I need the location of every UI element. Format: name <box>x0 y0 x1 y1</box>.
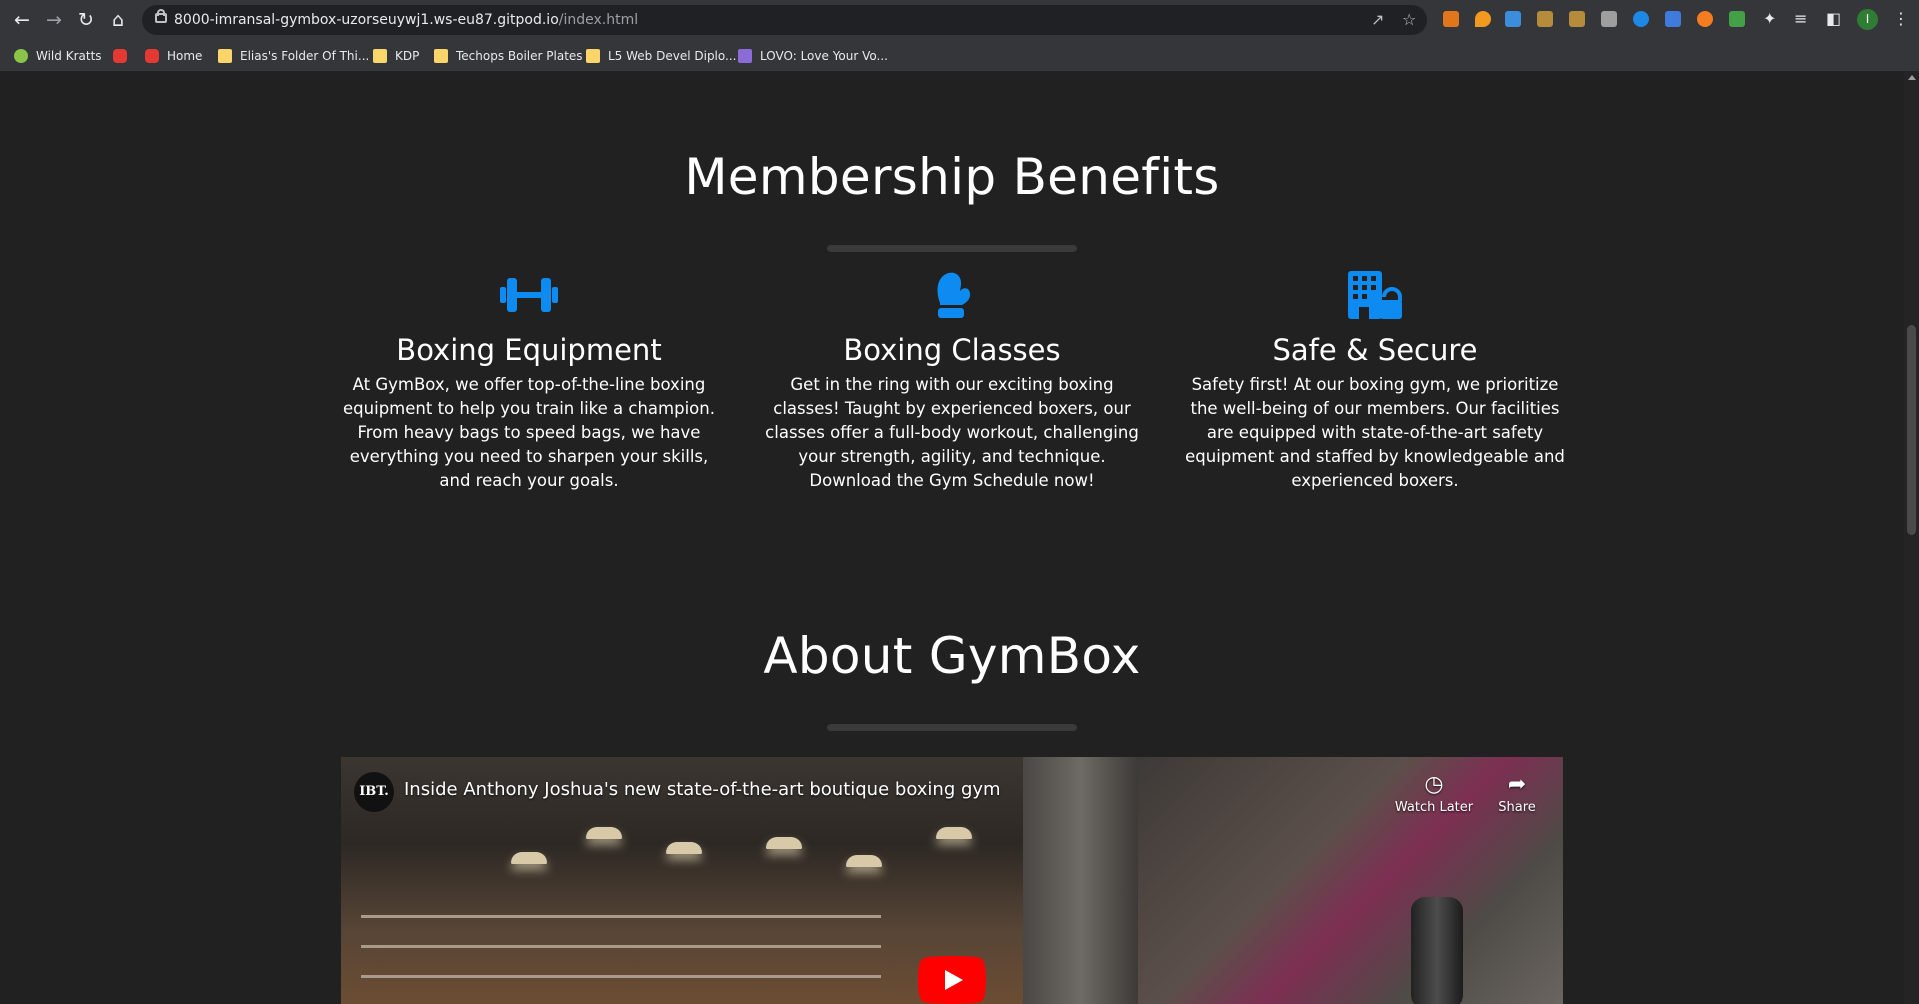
lock-icon[interactable] <box>155 9 167 23</box>
bookmark-l5-web[interactable]: L5 Web Devel Diplo... <box>586 40 736 71</box>
url-path: /index.html <box>558 12 639 28</box>
scroll-up-arrow-icon[interactable] <box>1908 75 1916 80</box>
share-button[interactable]: ➦ Share <box>1477 772 1557 815</box>
reload-icon[interactable]: ↻ <box>74 8 98 32</box>
youtube-icon <box>145 48 159 63</box>
play-button[interactable] <box>918 956 986 1004</box>
browser-toolbar: ← → ↻ ⌂ 8000-imransal-gymbox-uzorseuywj1… <box>0 0 1919 40</box>
bookmark-home[interactable]: Home <box>145 40 202 71</box>
bookmark-label: Wild Kratts <box>36 48 102 63</box>
ceiling-lamp <box>766 837 802 849</box>
extension-icon[interactable] <box>1475 11 1491 27</box>
about-divider <box>827 724 1077 731</box>
video-title[interactable]: Inside Anthony Joshua's new state-of-the… <box>404 779 1001 800</box>
punching-bag <box>1411 897 1463 1004</box>
benefit-text: Get in the ring with our exciting boxing… <box>765 375 1139 490</box>
ceiling-lamp <box>936 827 972 839</box>
ceiling-lamp <box>846 855 882 867</box>
membership-title: Membership Benefits <box>684 148 1220 206</box>
share-page-icon[interactable]: ↗ <box>1371 11 1384 29</box>
mitten-icon <box>760 269 1144 321</box>
channel-logo[interactable]: IBT. <box>354 772 394 812</box>
browser-chrome: ← → ↻ ⌂ 8000-imransal-gymbox-uzorseuywj1… <box>0 0 1919 71</box>
benefit-title: Boxing Equipment <box>396 333 662 367</box>
membership-divider <box>827 245 1077 252</box>
watch-later-button[interactable]: ◷ Watch Later <box>1394 772 1474 815</box>
about-title: About GymBox <box>763 627 1141 685</box>
boxing-ring-rope <box>361 945 881 948</box>
extension-icon[interactable] <box>1505 11 1521 27</box>
share-label: Share <box>1498 800 1536 815</box>
back-arrow-icon[interactable]: ← <box>10 8 34 32</box>
building-lock-icon <box>1183 269 1567 321</box>
bookmarks-bar: Wild Kratts Home Elias's Folder Of Thi..… <box>0 40 1919 71</box>
clock-icon: ◷ <box>1424 772 1444 797</box>
scrollbar-thumb[interactable] <box>1907 325 1916 535</box>
benefit-title: Boxing Classes <box>843 333 1061 367</box>
boxing-ring-rope <box>361 915 881 918</box>
share-arrow-icon: ➦ <box>1507 772 1527 797</box>
waveform-icon <box>738 48 752 63</box>
bookmark-label: KDP <box>395 48 420 63</box>
benefit-text: At GymBox, we offer top-of-the-line boxi… <box>343 375 715 490</box>
benefit-title: Safe & Secure <box>1272 333 1478 367</box>
side-panel-icon[interactable]: ◧ <box>1826 9 1841 29</box>
bookmark-label: Home <box>167 48 203 63</box>
dumbbell-icon <box>337 269 721 321</box>
bookmark-elias-folder[interactable]: Elias's Folder Of Thi... <box>218 40 369 71</box>
benefit-text: Safety first! At our boxing gym, we prio… <box>1185 375 1565 490</box>
ceiling-lamp <box>666 842 702 854</box>
watch-later-label: Watch Later <box>1394 800 1474 815</box>
home-icon[interactable]: ⌂ <box>106 8 130 32</box>
folder-icon <box>586 48 600 63</box>
boxing-ring-rope <box>361 975 881 978</box>
page-scrollbar[interactable] <box>1904 71 1919 1004</box>
extension-icon[interactable] <box>1601 11 1617 27</box>
folder-icon <box>434 48 448 63</box>
bookmark-label: Techops Boiler Plates <box>456 48 583 63</box>
extension-icon[interactable] <box>1665 11 1681 27</box>
extension-icon[interactable] <box>1569 11 1585 27</box>
bookmark-techops[interactable]: Techops Boiler Plates <box>434 40 583 71</box>
page-content: Membership Benefits Boxing Equipment At … <box>0 71 1904 1004</box>
folder-icon <box>218 48 232 63</box>
bookmark-youtube[interactable] <box>113 40 135 71</box>
menu-kebab-icon[interactable]: ⋮ <box>1893 9 1909 29</box>
bookmark-label: Elias's Folder Of Thi... <box>240 48 370 63</box>
extension-icon[interactable] <box>1633 11 1649 27</box>
bookmark-kdp[interactable]: KDP <box>373 40 419 71</box>
ceiling-lamp <box>586 827 622 839</box>
bookmark-label: LOVO: Love Your Vo... <box>760 48 888 63</box>
url-text[interactable]: 8000-imransal-gymbox-uzorseuywj1.ws-eu87… <box>174 12 638 28</box>
bookmark-wild-kratts[interactable]: Wild Kratts <box>14 40 102 71</box>
bookmark-lovo[interactable]: LOVO: Love Your Vo... <box>738 40 888 71</box>
grammar-extension-icon[interactable] <box>1697 11 1713 27</box>
folder-icon <box>373 48 387 63</box>
metamask-extension-icon[interactable] <box>1443 11 1459 27</box>
bookmark-star-icon[interactable]: ☆ <box>1402 11 1416 29</box>
globe-icon <box>14 48 28 63</box>
profile-avatar[interactable]: I <box>1857 9 1878 30</box>
benefit-safe-secure: Safe & Secure Safety first! At our boxin… <box>1183 269 1567 493</box>
video-thumbnail-pillar <box>1023 757 1138 1004</box>
benefit-boxing-classes: Boxing Classes Get in the ring with our … <box>760 269 1144 493</box>
extension-icon[interactable] <box>1729 11 1745 27</box>
benefit-boxing-equipment: Boxing Equipment At GymBox, we offer top… <box>337 269 721 493</box>
url-domain: 8000-imransal-gymbox-uzorseuywj1.ws-eu87… <box>174 12 559 28</box>
youtube-icon <box>113 48 127 63</box>
extension-icon[interactable] <box>1537 11 1553 27</box>
play-icon <box>918 956 986 1004</box>
reading-list-icon[interactable]: ≡ <box>1794 9 1807 29</box>
ceiling-lamp <box>511 852 547 864</box>
extensions-puzzle-icon[interactable]: ✦ <box>1763 9 1776 29</box>
forward-arrow-icon[interactable]: → <box>42 8 66 32</box>
bookmark-label: L5 Web Devel Diplo... <box>608 48 737 63</box>
